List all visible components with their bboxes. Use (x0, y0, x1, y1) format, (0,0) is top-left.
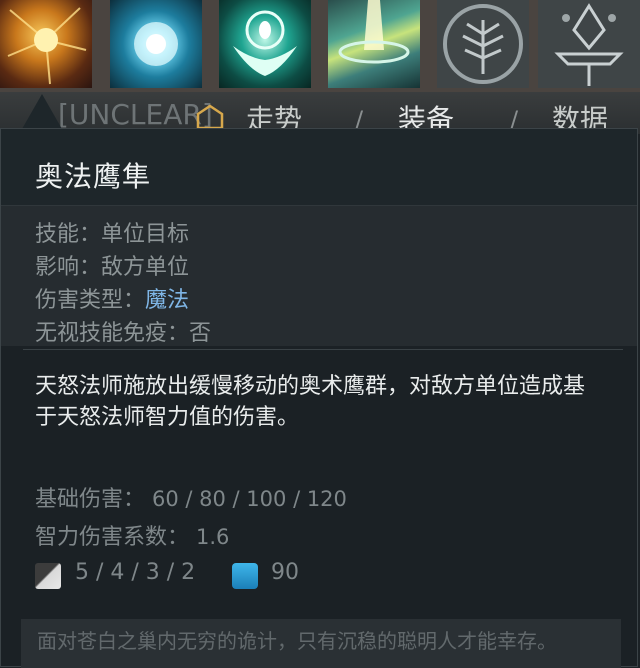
tooltip-pointer (22, 94, 62, 129)
tree-talent-icon[interactable] (437, 0, 529, 88)
int-multiplier-label: 智力伤害系数： (35, 525, 190, 550)
stat-skill-label: 技能： (35, 222, 102, 247)
cooldown-icon (35, 563, 61, 589)
tornado-beam-ability-icon[interactable] (328, 0, 420, 88)
ability-description: 天怒法师施放出缓慢移动的奥术鹰群，对敌方单位造成基于天怒法师智力值的伤害。 (35, 374, 586, 430)
base-damage: 基础伤害： 60 / 80 / 100 / 120 (35, 481, 347, 513)
tooltip-divider (23, 349, 623, 350)
stat-damage-type-value: 魔法 (145, 288, 190, 313)
lore-text: 面对苍白之巢内无穷的诡计，只有沉稳的聪明人才能幸存。 (37, 629, 557, 653)
stat-affects-value: 敌方单位 (101, 255, 190, 280)
stat-skill: 技能：单位目标 (35, 216, 189, 248)
stat-damage-type: 伤害类型：魔法 (35, 282, 189, 314)
ability-tooltip: 奥法鹰隼 技能：单位目标 影响：敌方单位 伤害类型：魔法 无视技能免疫：否 天怒… (0, 128, 638, 668)
aghanim-scepter-icon[interactable] (538, 0, 640, 88)
stat-pierce-label: 无视技能免疫： (35, 321, 190, 346)
tab-unknown[interactable]: [UNCLEAR] (58, 98, 213, 131)
ability-title: 奥法鹰隼 (35, 160, 152, 193)
stat-damage-type-label: 伤害类型： (35, 288, 146, 313)
winged-seal-ability-icon[interactable] (219, 0, 311, 88)
mana-cost-value: 90 (271, 560, 299, 585)
ability-bar (0, 0, 640, 92)
stat-affects: 影响：敌方单位 (35, 249, 189, 281)
int-multiplier-value: 1.6 (196, 525, 230, 549)
ability-stats: 技能：单位目标 影响：敌方单位 伤害类型：魔法 无视技能免疫：否 (1, 205, 637, 346)
stat-affects-label: 影响： (35, 255, 102, 280)
stat-pierce-value: 否 (189, 321, 212, 346)
stat-skill-value: 单位目标 (101, 222, 190, 247)
base-damage-label: 基础伤害： (35, 487, 146, 512)
mana-cost-icon (232, 563, 258, 589)
arcane-orb-ability-icon[interactable] (110, 0, 202, 88)
sunburst-ability-icon[interactable] (0, 0, 92, 88)
int-multiplier: 智力伤害系数： 1.6 (35, 519, 229, 551)
stat-pierce-immunity: 无视技能免疫：否 (35, 315, 211, 347)
base-damage-value: 60 / 80 / 100 / 120 (152, 487, 347, 511)
lore-box: 面对苍白之巢内无穷的诡计，只有沉稳的聪明人才能幸存。 (21, 619, 621, 668)
tooltip-header: 奥法鹰隼 (1, 129, 637, 205)
cooldown-value: 5 / 4 / 3 / 2 (75, 560, 196, 585)
